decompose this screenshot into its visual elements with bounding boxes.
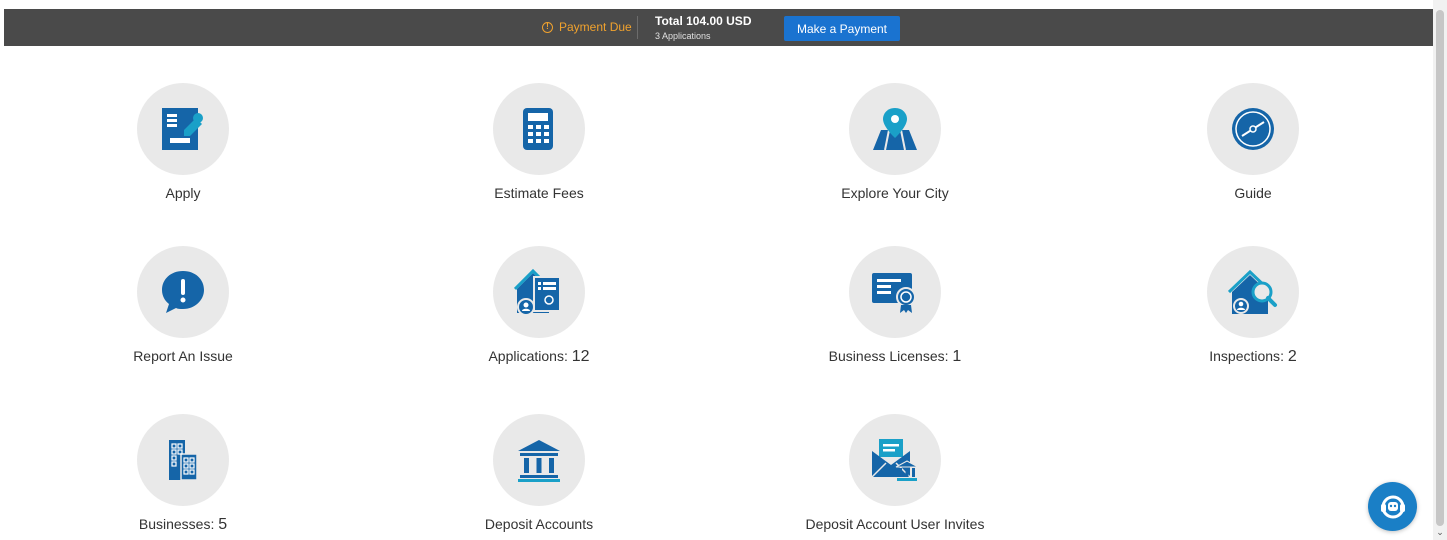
business-licenses-count: 1	[952, 348, 962, 365]
tile-explore-your-city[interactable]: Explore Your City	[765, 83, 1025, 201]
top-gap	[0, 0, 1447, 9]
tile-estimate-fees[interactable]: Estimate Fees	[409, 83, 669, 201]
scroll-down-arrow-icon[interactable]: ⌄	[1435, 527, 1445, 537]
payment-total: Total 104.00 USD	[655, 14, 752, 28]
payment-due-bar: ! Payment Due Total 104.00 USD 3 Applica…	[4, 9, 1433, 46]
map-pin-icon	[873, 108, 917, 151]
buildings-icon	[169, 440, 198, 481]
compass-icon	[1232, 108, 1274, 150]
payment-due-label: Payment Due	[559, 20, 632, 34]
deposit-invites-tile-circle	[849, 414, 941, 506]
envelope-bank-icon	[871, 439, 919, 481]
house-document-icon	[514, 268, 561, 316]
apply-tile-circle	[137, 83, 229, 175]
make-payment-button[interactable]: Make a Payment	[784, 16, 900, 41]
inspections-tile-circle	[1207, 246, 1299, 338]
business-licenses-tile-circle	[849, 246, 941, 338]
payment-applications-count: 3 Applications	[655, 31, 711, 41]
tile-label: Businesses: 5	[138, 516, 228, 533]
tile-label: Deposit Accounts	[484, 516, 594, 532]
tile-deposit-account-user-invites[interactable]: Deposit Account User Invites	[765, 414, 1025, 532]
scrollbar-thumb[interactable]	[1436, 10, 1444, 526]
house-search-icon	[1228, 269, 1277, 314]
deposit-accounts-tile-circle	[493, 414, 585, 506]
support-chat-icon	[1380, 495, 1405, 518]
warning-icon: !	[542, 21, 553, 33]
certificate-icon	[872, 273, 916, 313]
applications-tile-circle	[493, 246, 585, 338]
tile-label: Explore Your City	[841, 185, 949, 201]
tile-inspections[interactable]: Inspections: 2	[1123, 246, 1383, 366]
calculator-icon	[523, 108, 553, 150]
tile-apply[interactable]: Apply	[53, 83, 313, 201]
divider	[637, 16, 638, 39]
support-chat-button[interactable]	[1368, 482, 1417, 531]
tile-label: Applications: 12	[488, 348, 590, 365]
apply-form-icon	[162, 108, 203, 150]
alert-bubble-icon	[162, 271, 204, 313]
report-issue-tile-circle	[137, 246, 229, 338]
tile-label: Report An Issue	[133, 348, 233, 364]
tile-business-licenses[interactable]: Business Licenses: 1	[765, 246, 1025, 366]
tile-label: Estimate Fees	[494, 185, 584, 201]
businesses-count: 5	[218, 516, 228, 533]
inspections-count: 2	[1287, 348, 1297, 365]
tile-guide[interactable]: Guide	[1123, 83, 1383, 201]
payment-due-status: ! Payment Due	[542, 20, 632, 34]
guide-tile-circle	[1207, 83, 1299, 175]
tile-label: Guide	[1234, 185, 1272, 201]
applications-count: 12	[571, 348, 590, 365]
estimate-fees-tile-circle	[493, 83, 585, 175]
tile-label: Inspections: 2	[1209, 348, 1297, 365]
bank-icon	[518, 440, 560, 482]
tile-label: Apply	[165, 185, 201, 201]
tile-report-an-issue[interactable]: Report An Issue	[53, 246, 313, 364]
tile-label: Business Licenses: 1	[828, 348, 962, 365]
tile-applications[interactable]: Applications: 12	[409, 246, 669, 366]
vertical-scrollbar[interactable]: ⌄	[1433, 0, 1447, 540]
tile-label: Deposit Account User Invites	[805, 516, 985, 532]
businesses-tile-circle	[137, 414, 229, 506]
explore-city-tile-circle	[849, 83, 941, 175]
tile-businesses[interactable]: Businesses: 5	[53, 414, 313, 534]
tile-deposit-accounts[interactable]: Deposit Accounts	[409, 414, 669, 532]
